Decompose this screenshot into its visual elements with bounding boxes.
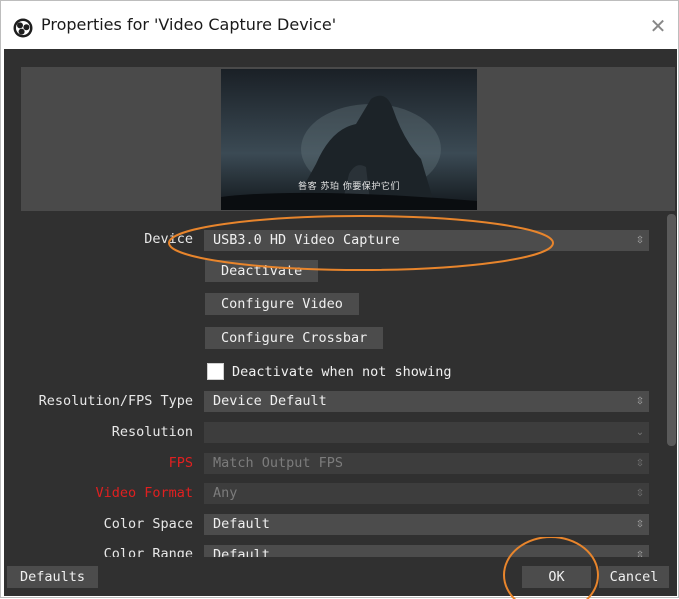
dialog-body: 咎客 苏珀 你要保护它们 Device USB3.0 HD Video Capt… <box>4 49 677 596</box>
updown-arrows-icon: ⇳ <box>635 396 645 407</box>
updown-arrows-icon: ⇳ <box>635 235 645 246</box>
chevron-down-icon: ⌄ <box>635 427 645 438</box>
scrollbar[interactable] <box>667 214 676 584</box>
resolution-combobox[interactable]: ⌄ <box>204 422 649 443</box>
ok-button[interactable]: OK <box>522 566 591 588</box>
fps-value: Match Output FPS <box>213 455 344 471</box>
color-space-label: Color Space <box>103 516 193 532</box>
color-range-select[interactable]: Default ⇳ <box>204 545 649 557</box>
preview-subtitle: 咎客 苏珀 你要保护它们 <box>298 182 400 192</box>
color-space-select[interactable]: Default ⇳ <box>204 514 649 535</box>
dialog-footer: Defaults OK Cancel <box>4 557 677 596</box>
updown-arrows-icon: ⇳ <box>635 458 645 469</box>
video-format-select[interactable]: Any ⇳ <box>204 483 649 504</box>
fps-select[interactable]: Match Output FPS ⇳ <box>204 453 649 474</box>
defaults-button[interactable]: Defaults <box>7 566 99 588</box>
color-range-label: Color Range <box>103 546 193 557</box>
device-label: Device <box>144 231 193 247</box>
scrollbar-thumb[interactable] <box>667 214 676 446</box>
video-format-value: Any <box>213 485 238 501</box>
properties-dialog: Properties for 'Video Capture Device' ✕ <box>0 0 679 599</box>
close-icon: ✕ <box>649 14 667 38</box>
deactivate-button[interactable]: Deactivate <box>205 260 319 282</box>
obs-logo-icon <box>13 18 33 38</box>
updown-arrows-icon: ⇳ <box>635 550 645 557</box>
title-bar: Properties for 'Video Capture Device' ✕ <box>1 1 678 49</box>
deactivate-when-not-showing-label: Deactivate when not showing <box>232 364 452 380</box>
resolution-fps-type-label: Resolution/FPS Type <box>38 393 193 409</box>
configure-crossbar-button[interactable]: Configure Crossbar <box>205 327 384 349</box>
color-range-value: Default <box>213 547 270 557</box>
close-button[interactable]: ✕ <box>644 13 672 39</box>
updown-arrows-icon: ⇳ <box>635 488 645 499</box>
video-format-label: Video Format <box>95 485 193 501</box>
video-preview: 咎客 苏珀 你要保护它们 <box>221 69 477 210</box>
cancel-button[interactable]: Cancel <box>599 566 669 588</box>
deactivate-when-not-showing-checkbox[interactable] <box>207 363 224 380</box>
window-title: Properties for 'Video Capture Device' <box>41 15 337 34</box>
resolution-fps-type-value: Device Default <box>213 393 327 409</box>
device-select-value: USB3.0 HD Video Capture <box>213 232 400 248</box>
updown-arrows-icon: ⇳ <box>635 519 645 530</box>
resolution-label: Resolution <box>111 424 193 440</box>
color-range-row-clip: Color Range Default ⇳ <box>4 545 677 557</box>
color-space-value: Default <box>213 516 270 532</box>
device-select[interactable]: USB3.0 HD Video Capture ⇳ <box>204 230 649 251</box>
configure-video-button[interactable]: Configure Video <box>205 293 359 315</box>
resolution-fps-type-select[interactable]: Device Default ⇳ <box>204 391 649 412</box>
preview-area: 咎客 苏珀 你要保护它们 <box>21 67 675 211</box>
fps-label: FPS <box>168 455 193 471</box>
